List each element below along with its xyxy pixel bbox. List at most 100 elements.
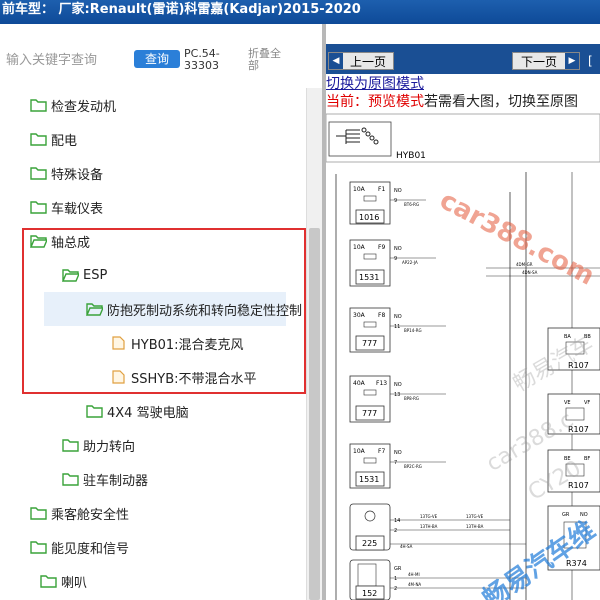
next-page-label: 下一页 xyxy=(520,54,557,69)
component-code: 152 xyxy=(362,589,377,598)
pin-label: GR xyxy=(394,566,402,572)
tree-item-label: 配电 xyxy=(51,133,78,149)
tree-scroll-thumb[interactable] xyxy=(309,228,320,600)
connector-box xyxy=(328,121,392,157)
fuse-id: F8 xyxy=(378,312,385,319)
no-label: NO xyxy=(394,188,402,194)
pin-number: 1 xyxy=(394,576,397,582)
fuse-element xyxy=(363,321,377,328)
prev-page-button[interactable]: ◀ 上一页 xyxy=(328,52,394,70)
search-input[interactable] xyxy=(6,50,126,70)
wire-label: BT6-RG xyxy=(404,202,419,207)
switch-original-mode-link[interactable]: 切换为原图模式 xyxy=(326,76,424,92)
folder-icon xyxy=(62,473,79,486)
component-code: 225 xyxy=(362,539,377,548)
pin-number: 11 xyxy=(394,324,400,330)
pc-code-line-2: 33303 xyxy=(184,59,219,72)
title-bar: 前车型： 厂家:Renault(雷诺)科雷嘉(Kadjar)2015-2020 xyxy=(0,0,600,24)
tree-item-label: 检查发动机 xyxy=(51,99,117,115)
title-vehicle: 厂家:Renault(雷诺)科雷嘉(Kadjar)2015-2020 xyxy=(58,2,361,17)
fuse-block[interactable]: 40A F13 777 NO 13 BP8-RG xyxy=(349,375,446,423)
tree-item[interactable]: 轴总成 xyxy=(30,224,90,258)
pc-code: PC.54- 33303 xyxy=(184,48,236,72)
tree-item[interactable]: 助力转向 xyxy=(62,428,135,462)
pin-number: 2 xyxy=(394,586,397,592)
fuse-element xyxy=(363,457,377,464)
tree-item[interactable]: 驻车制动器 xyxy=(62,462,148,496)
fuse-amp: 30A xyxy=(353,312,366,319)
search-button[interactable]: 查询 xyxy=(134,50,180,68)
folder-icon xyxy=(30,167,47,180)
tree-item-label: 轴总成 xyxy=(51,235,91,251)
tree-item[interactable]: 乘客舱安全性 xyxy=(30,496,129,530)
tree-item-label: 喇叭 xyxy=(61,575,88,591)
nav-extra-text: [ xyxy=(588,54,593,68)
tree-item[interactable]: 特殊设备 xyxy=(30,156,103,190)
fuse-id: F1 xyxy=(378,186,385,193)
wire-label: BP8-RG xyxy=(404,396,419,401)
fuse-code: 1531 xyxy=(359,475,379,484)
fuse-amp: 10A xyxy=(353,186,366,193)
tree-item[interactable]: 检查发动机 xyxy=(30,88,116,122)
fuse-block[interactable]: 10A F7 1531 NO 7 BP2C-RG xyxy=(349,443,446,489)
mode-hint: 若需看大图，切换至原图 xyxy=(424,94,578,110)
tree-scrollbar[interactable] xyxy=(306,88,322,600)
folder-icon xyxy=(30,133,47,146)
tree-item-label: 车载仪表 xyxy=(51,201,104,217)
folder-icon xyxy=(62,439,79,452)
title-prefix: 前车型： xyxy=(2,2,55,17)
arrow-left-icon: ◀ xyxy=(329,53,343,69)
folder-open-icon xyxy=(86,303,103,316)
mode-value: 预览模式 xyxy=(368,94,424,110)
wire-label: 4H-SA xyxy=(400,544,413,549)
collapse-all-link[interactable]: 折叠全 部 xyxy=(248,48,288,72)
relay-pin: BA xyxy=(564,334,571,340)
no-label: NO xyxy=(394,246,402,252)
wire-label: AP22-JA xyxy=(402,260,418,265)
wiring-diagram[interactable]: HYB01 10A F1 1016 NO 9 BT6-RG 10A F9 153… xyxy=(326,112,600,600)
folder-icon xyxy=(30,99,47,112)
tree-item[interactable]: 喇叭 xyxy=(40,564,87,598)
next-page-button[interactable]: 下一页 ▶ xyxy=(512,52,580,70)
tree-item[interactable]: 4X4 驾驶电脑 xyxy=(86,394,189,428)
wire-label: 13TH-BA xyxy=(420,524,438,529)
no-label: NO xyxy=(394,450,402,456)
tree-item-selected[interactable]: 防抱死制动系统和转向稳定性控制 xyxy=(44,292,302,326)
folder-open-icon xyxy=(62,269,79,282)
pin-number: 9 xyxy=(394,198,397,204)
no-label: NO xyxy=(394,382,402,388)
collapse-all-line-2: 部 xyxy=(248,59,259,72)
fuse-code: 777 xyxy=(362,339,377,348)
wire-label: 4DN-SA xyxy=(522,270,538,275)
relay-pin: GR xyxy=(562,512,570,518)
pin-number: 7 xyxy=(394,460,397,466)
tree-item-label: 防抱死制动系统和转向稳定性控制 xyxy=(107,303,303,319)
search-row: 查询 PC.54- 33303 折叠全 部 xyxy=(0,40,322,82)
wire-label: 13TG-VE xyxy=(420,514,438,519)
relay-pin: VE xyxy=(564,400,571,406)
no-label: NO xyxy=(394,314,402,320)
component-225[interactable]: 225 14 2 13TG-VE 13TH-BA 13TG-VE 13TH-BA… xyxy=(349,503,526,551)
viewer-nav-bar: ◀ 上一页 下一页 ▶ [ xyxy=(326,44,600,74)
tree-item[interactable]: 能见度和信号 xyxy=(30,530,129,564)
arrow-right-icon: ▶ xyxy=(565,53,579,69)
fuse-block[interactable]: 10A F9 1531 NO 9 AP22-JA xyxy=(349,239,436,287)
pin-number: 2 xyxy=(394,528,397,534)
wire-label: 13TG-VE xyxy=(466,514,484,519)
fuse-element xyxy=(363,195,377,202)
tree-item[interactable]: 配电 xyxy=(30,122,77,156)
fuse-block[interactable]: 10A F1 1016 NO 9 BT6-RG xyxy=(349,181,426,225)
tree-item[interactable]: SSHYB:不带混合水平 xyxy=(110,360,257,394)
tree-item-label: SSHYB:不带混合水平 xyxy=(131,371,257,387)
folder-icon xyxy=(30,507,47,520)
fuse-block[interactable]: 30A F8 777 NO 11 BP14-RG xyxy=(349,307,446,353)
tree-item[interactable]: HYB01:混合麦克风 xyxy=(110,326,244,360)
wire-label: 4DM-GR xyxy=(516,262,533,267)
tree-item[interactable]: 车载仪表 xyxy=(30,190,103,224)
fuse-amp: 40A xyxy=(353,380,366,387)
mode-label: 当前： xyxy=(326,94,368,110)
tree-item[interactable]: ESP xyxy=(62,258,107,292)
tree-item-label: 乘客舱安全性 xyxy=(51,507,130,523)
tree-panel: 查询 PC.54- 33303 折叠全 部 检查发动机 配电 特殊设备 xyxy=(0,40,322,600)
tree-item-label: 能见度和信号 xyxy=(51,541,130,557)
